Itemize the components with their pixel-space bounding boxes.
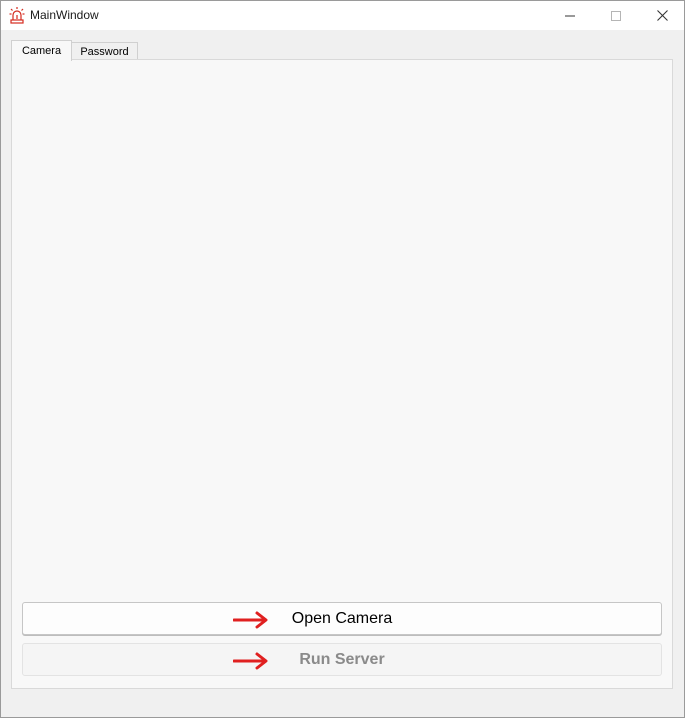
window-title: MainWindow <box>30 8 99 22</box>
maximize-icon <box>611 10 621 21</box>
maximize-button[interactable] <box>593 1 639 30</box>
minimize-button[interactable] <box>547 1 593 30</box>
red-arrow-icon <box>232 652 269 670</box>
open-camera-button[interactable]: Open Camera <box>22 602 662 635</box>
close-icon <box>656 10 668 21</box>
alarm-light-icon <box>9 6 25 24</box>
camera-tab-panel: Open Camera Run Server <box>11 59 673 689</box>
run-server-button[interactable]: Run Server <box>22 643 662 676</box>
tab-camera[interactable]: Camera <box>11 40 72 61</box>
red-arrow-icon <box>232 611 269 629</box>
tab-bar: Camera Password <box>1 30 684 61</box>
run-server-label: Run Server <box>299 650 385 668</box>
close-button[interactable] <box>639 1 685 30</box>
title-bar[interactable]: MainWindow <box>1 1 684 30</box>
main-window: MainWindow Camera Password Open Camera R… <box>0 0 685 718</box>
open-camera-label: Open Camera <box>291 609 393 627</box>
minimize-icon <box>565 15 575 16</box>
